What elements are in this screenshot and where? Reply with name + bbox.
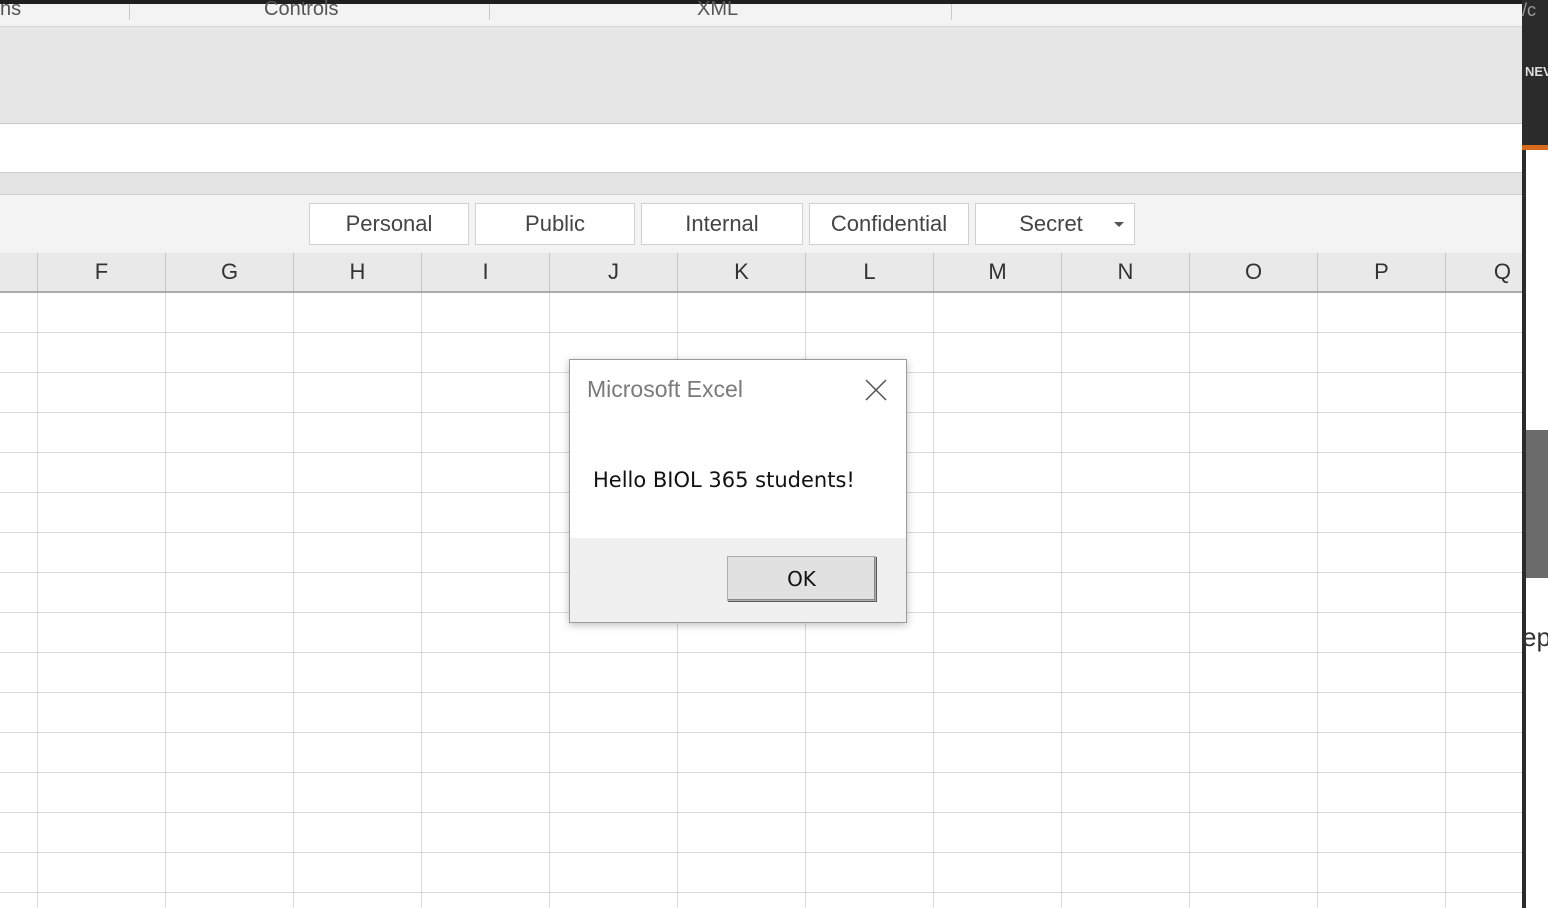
close-icon[interactable]	[860, 374, 892, 406]
sensitivity-button-public[interactable]: Public	[475, 203, 635, 245]
column-header-g[interactable]: G	[166, 253, 294, 291]
sensitivity-button-internal[interactable]: Internal	[641, 203, 803, 245]
grid-line	[1189, 293, 1190, 908]
column-header-k[interactable]: K	[678, 253, 806, 291]
background-window-panel	[1526, 150, 1548, 430]
sensitivity-button-secret[interactable]: Secret	[975, 203, 1135, 245]
ribbon-strip	[0, 173, 1522, 195]
dialog-footer: OK	[570, 538, 906, 622]
dialog-title: Microsoft Excel	[587, 376, 743, 402]
background-window-panel	[1526, 430, 1548, 578]
grid-line	[549, 293, 550, 908]
column-header-q[interactable]: Q	[1446, 253, 1522, 291]
formula-bar[interactable]	[0, 124, 1522, 173]
background-window-text: /c	[1522, 0, 1537, 20]
grid-line	[37, 293, 38, 908]
chevron-down-icon[interactable]	[1114, 222, 1124, 227]
dialog-message: Hello BIOL 365 students!	[593, 468, 855, 492]
column-header-j[interactable]: J	[550, 253, 678, 291]
grid-line	[165, 293, 166, 908]
message-box-dialog: Microsoft Excel Hello BIOL 365 students!…	[569, 359, 907, 623]
ribbon-separator	[489, 4, 490, 20]
column-header-row: F G H I J K L M N O P Q	[0, 253, 1522, 293]
column-header-p[interactable]: P	[1318, 253, 1446, 291]
grid-line	[421, 293, 422, 908]
column-header-partial[interactable]	[0, 253, 38, 291]
grid-line	[1445, 293, 1446, 908]
ribbon-separator	[129, 4, 130, 20]
ok-button[interactable]: OK	[727, 556, 876, 601]
column-header-i[interactable]: I	[422, 253, 550, 291]
ribbon-group-label-controls: Controls	[264, 0, 339, 20]
sensitivity-secret-label: Secret	[1019, 211, 1083, 236]
sensitivity-bar: Personal Public Internal Confidential Se…	[0, 195, 1522, 253]
column-header-h[interactable]: H	[294, 253, 422, 291]
sensitivity-button-confidential[interactable]: Confidential	[809, 203, 969, 245]
ribbon-group-label-xml: XML	[697, 0, 739, 20]
ribbon-separator	[951, 4, 952, 20]
background-window-edge: /c NEV ep	[1522, 0, 1548, 908]
excel-window: ns Controls XML Personal Public Internal…	[0, 0, 1522, 908]
grid-line	[933, 293, 934, 908]
column-header-o[interactable]: O	[1190, 253, 1318, 291]
column-header-m[interactable]: M	[934, 253, 1062, 291]
column-header-f[interactable]: F	[38, 253, 166, 291]
sensitivity-button-personal[interactable]: Personal	[309, 203, 469, 245]
column-header-l[interactable]: L	[806, 253, 934, 291]
grid-line	[1317, 293, 1318, 908]
grid-line	[293, 293, 294, 908]
background-window-new-label: NEV	[1525, 64, 1548, 79]
grid-line	[1061, 293, 1062, 908]
column-header-n[interactable]: N	[1062, 253, 1190, 291]
ribbon-group-labels: ns Controls XML	[0, 0, 1522, 27]
ribbon-group-label-partial: ns	[0, 0, 22, 20]
ribbon-body	[0, 27, 1522, 124]
background-window-partial-text: ep	[1522, 622, 1548, 652]
